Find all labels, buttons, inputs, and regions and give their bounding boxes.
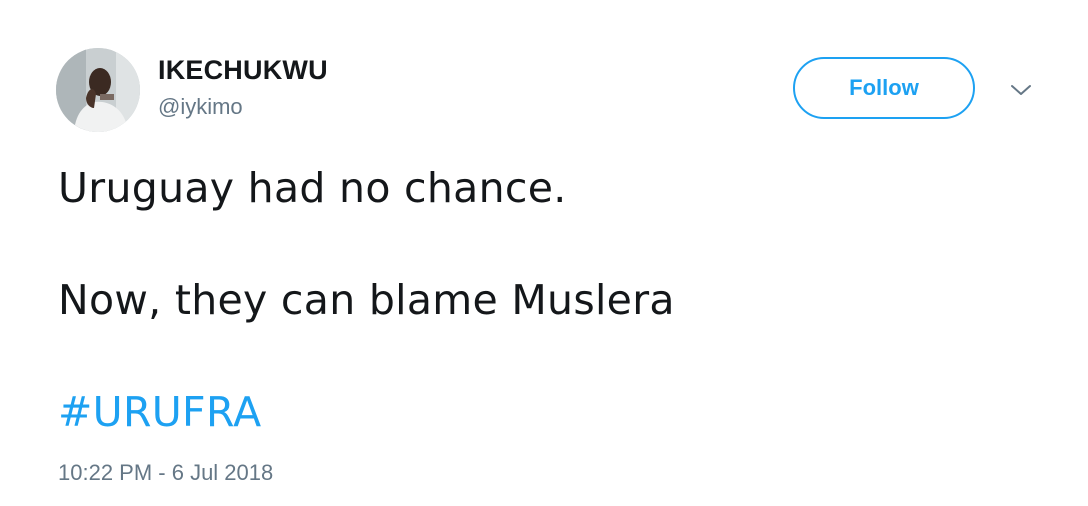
chevron-down-icon [1011,85,1031,95]
tweet-text-line: Now, they can blame Muslera [58,276,675,324]
tweet-text-line: Uruguay had no chance. [58,164,567,212]
hashtag-link[interactable]: #URUFRA [58,384,261,440]
tweet-card: IKECHUKWU @iykimo Follow Uruguay had no … [0,0,1088,506]
display-name[interactable]: IKECHUKWU [158,52,328,88]
avatar-photo [56,48,140,132]
user-handle[interactable]: @iykimo [158,92,243,122]
follow-button[interactable]: Follow [793,57,975,119]
avatar[interactable] [56,48,140,132]
more-options-button[interactable] [1004,76,1038,104]
tweet-timestamp[interactable]: 10:22 PM - 6 Jul 2018 [58,458,273,488]
